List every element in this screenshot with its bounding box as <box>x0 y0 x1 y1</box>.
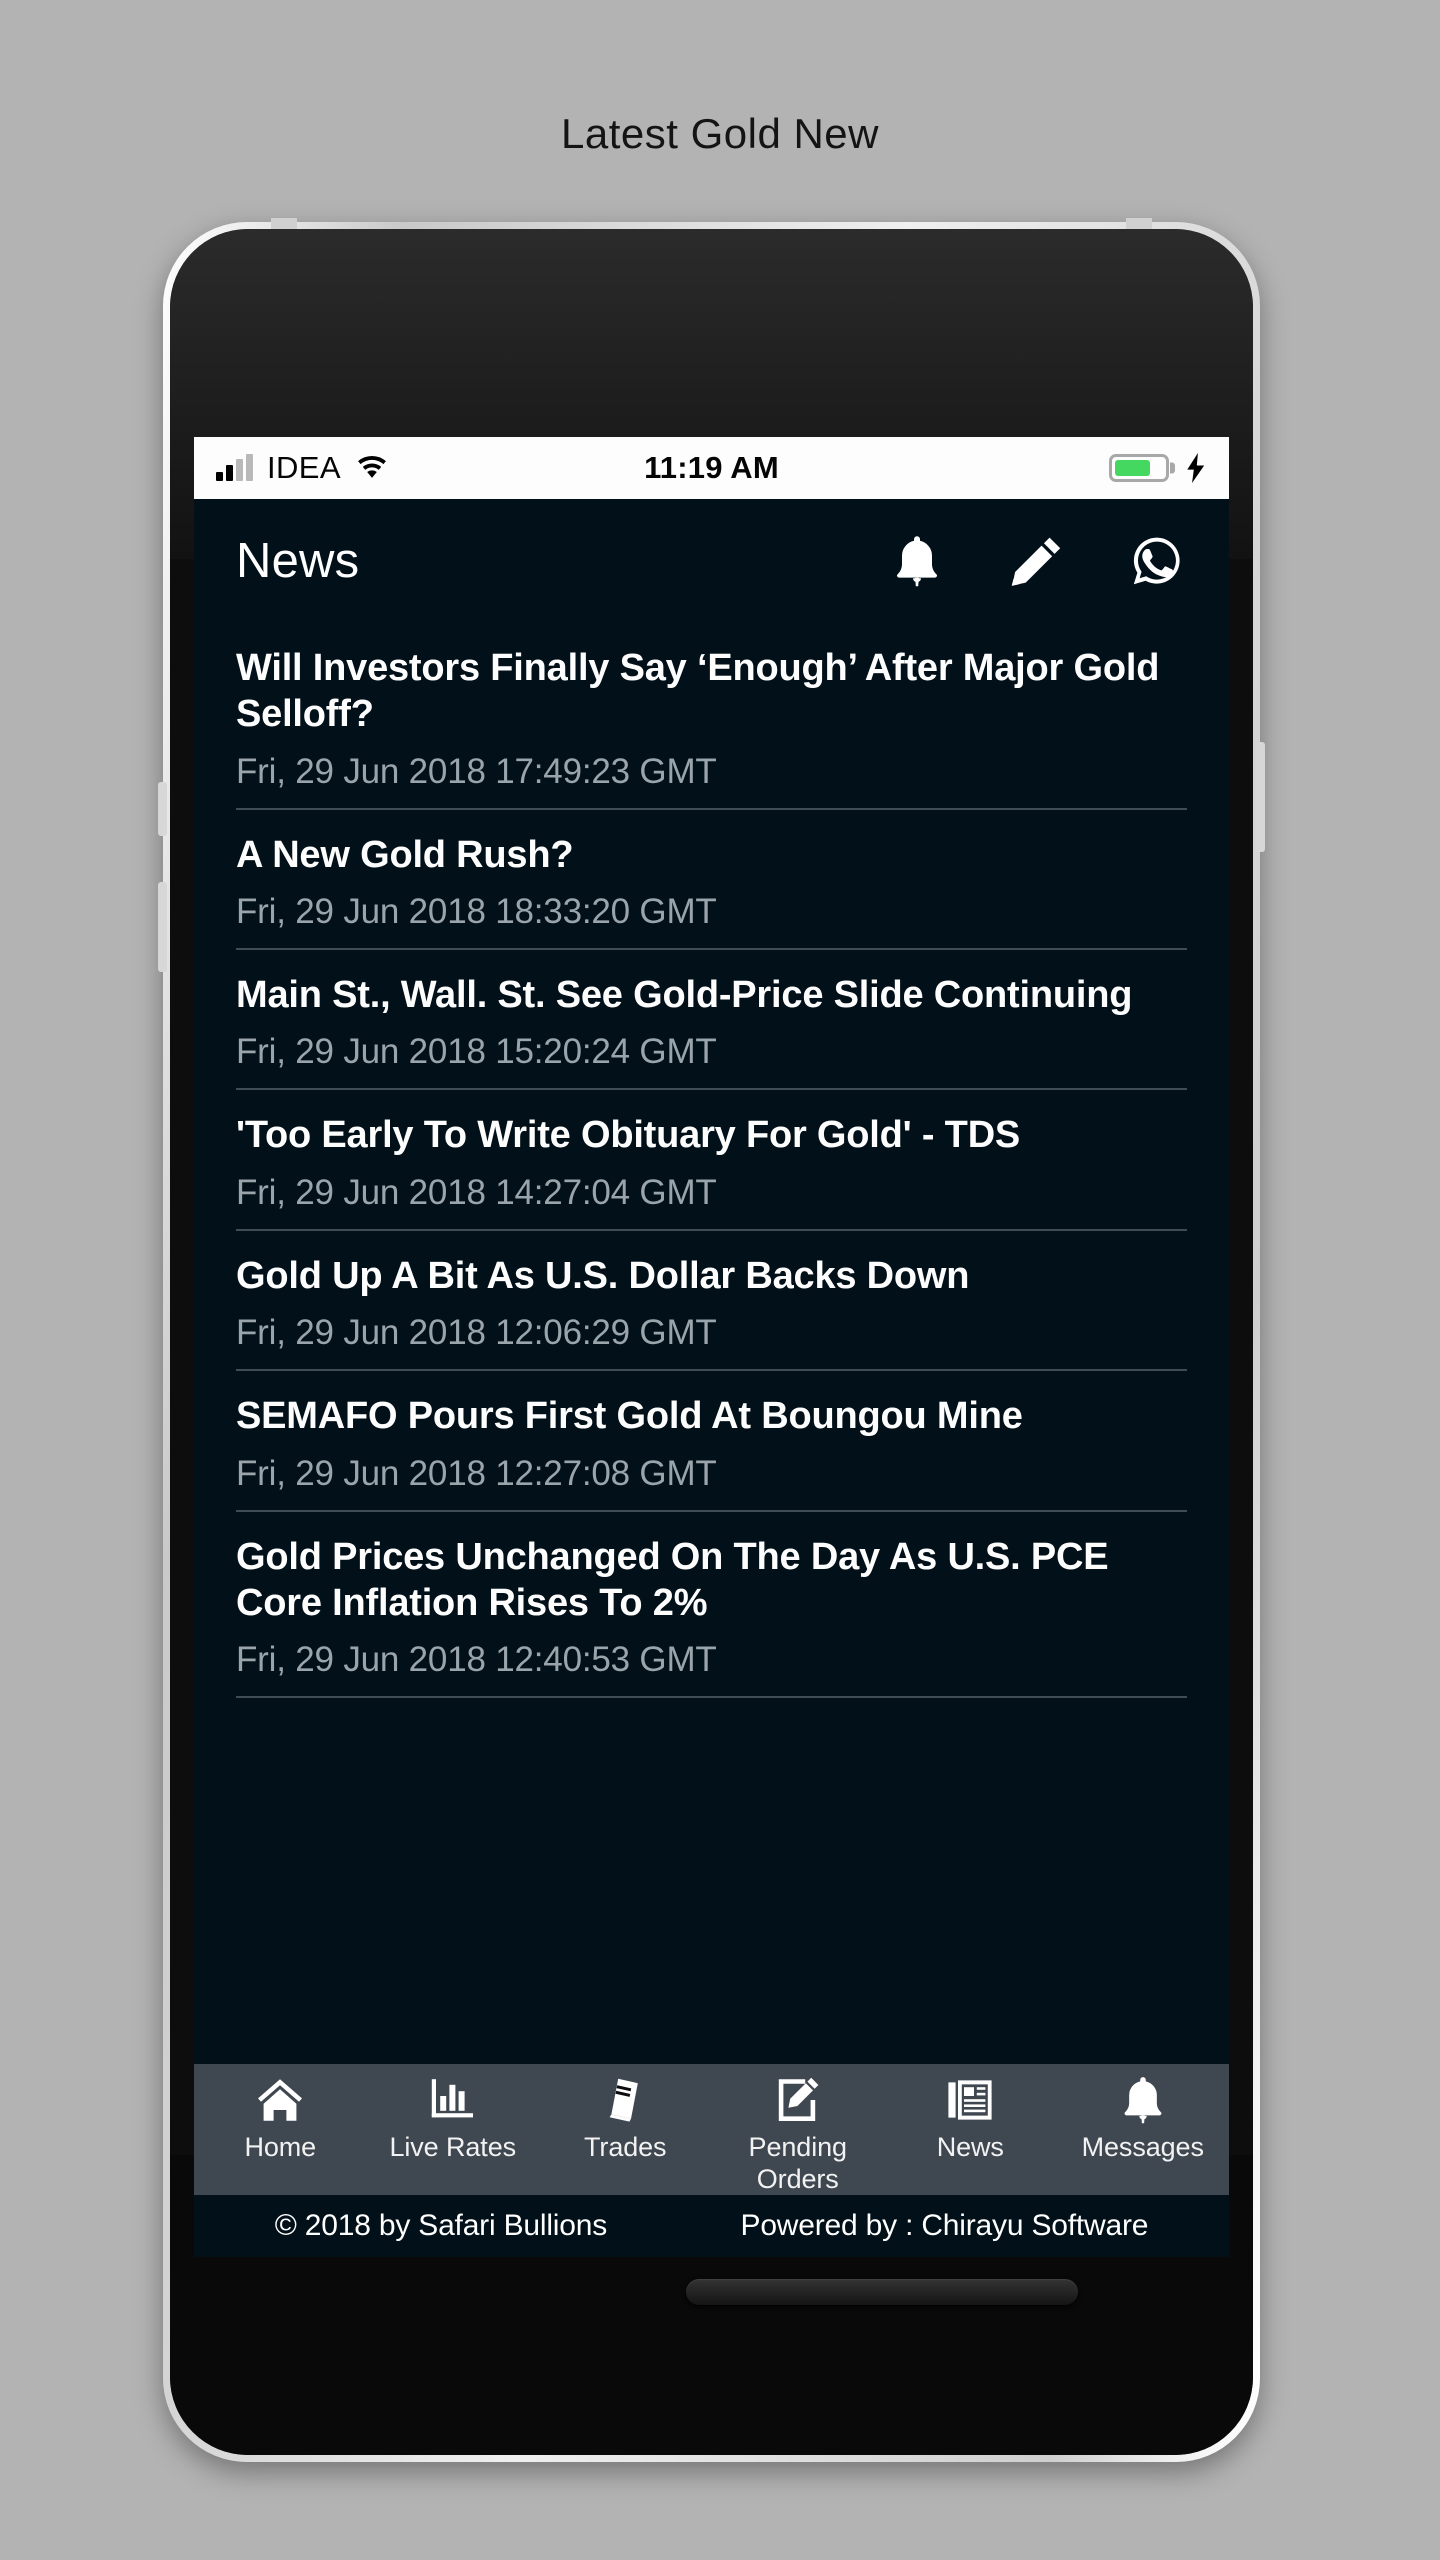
wifi-icon <box>358 455 386 478</box>
footer-powered-by: Powered by : Chirayu Software <box>740 2209 1149 2242</box>
tab-label: Messages <box>1081 2132 1204 2162</box>
tab-label: Live Rates <box>389 2132 517 2162</box>
tab-news[interactable]: News <box>884 2076 1057 2164</box>
news-list-item[interactable]: Gold Prices Unchanged On The Day As U.S.… <box>236 1512 1187 1699</box>
news-item-title: Gold Up A Bit As U.S. Dollar Backs Down <box>236 1254 970 1297</box>
tab-live-rates[interactable]: Live Rates <box>367 2076 540 2164</box>
battery-icon <box>1109 454 1169 482</box>
bottom-speaker-slot <box>686 2279 1078 2305</box>
news-item-date: Fri, 29 Jun 2018 14:27:04 GMT <box>236 1172 717 1212</box>
news-item-date: Fri, 29 Jun 2018 17:49:23 GMT <box>236 751 717 791</box>
books-icon <box>609 2078 639 2122</box>
news-item-title: Main St., Wall. St. See Gold-Price Slide… <box>236 974 1133 1017</box>
news-list-item[interactable]: SEMAFO Pours First Gold At Boungou Mine … <box>236 1371 1187 1512</box>
news-list-item[interactable]: Gold Up A Bit As U.S. Dollar Backs Down … <box>236 1231 1187 1372</box>
news-list-item[interactable]: 'Too Early To Write Obituary For Gold' -… <box>236 1090 1187 1231</box>
footer-copyright: © 2018 by Safari Bullions <box>274 2209 608 2242</box>
phone-device-frame: IDEA 11:19 AM News Will Investors Finall… <box>158 218 1265 2462</box>
news-list[interactable]: Will Investors Finally Say ‘Enough’ Afte… <box>194 623 1229 2066</box>
status-bar-left: IDEA <box>216 450 389 486</box>
tab-label: Home <box>244 2132 317 2162</box>
note-edit-icon <box>778 2077 819 2121</box>
bottom-tab-bar: Home Live Rates Trades Pending Orders Ne… <box>194 2064 1229 2195</box>
newspaper-icon <box>948 2080 992 2120</box>
tab-messages[interactable]: Messages <box>1057 2076 1230 2164</box>
news-item-title: 'Too Early To Write Obituary For Gold' -… <box>236 1114 1021 1157</box>
tab-label: Trades <box>584 2132 667 2162</box>
bell-icon[interactable] <box>891 535 943 587</box>
news-list-item[interactable]: Main St., Wall. St. See Gold-Price Slide… <box>236 950 1187 1091</box>
news-item-date: Fri, 29 Jun 2018 12:40:53 GMT <box>236 1640 717 1680</box>
mute-switch[interactable] <box>158 782 167 836</box>
tab-home[interactable]: Home <box>194 2076 367 2164</box>
news-item-date: Fri, 29 Jun 2018 15:20:24 GMT <box>236 1032 717 1072</box>
tab-label: News <box>936 2132 1004 2162</box>
news-item-title: Will Investors Finally Say ‘Enough’ Afte… <box>236 647 1160 736</box>
app-header-title: News <box>236 534 360 588</box>
bar-chart-icon <box>431 2079 473 2118</box>
tab-label: Pending Orders <box>748 2132 847 2194</box>
tab-pending-orders[interactable]: Pending Orders <box>712 2076 885 2196</box>
news-item-date: Fri, 29 Jun 2018 12:27:08 GMT <box>236 1453 717 1493</box>
status-bar: IDEA 11:19 AM <box>194 437 1229 499</box>
phone-body: IDEA 11:19 AM News Will Investors Finall… <box>170 229 1253 2455</box>
page-title: Latest Gold New <box>561 110 879 157</box>
home-icon <box>258 2079 303 2121</box>
carrier-name: IDEA <box>267 450 341 485</box>
news-list-item[interactable]: Will Investors Finally Say ‘Enough’ Afte… <box>236 623 1187 810</box>
phone-screen: IDEA 11:19 AM News Will Investors Finall… <box>194 437 1229 2257</box>
whatsapp-icon[interactable] <box>1131 535 1183 587</box>
news-item-date: Fri, 29 Jun 2018 12:06:29 GMT <box>236 1313 717 1353</box>
signal-bars-icon <box>216 454 253 481</box>
news-item-date: Fri, 29 Jun 2018 18:33:20 GMT <box>236 892 717 932</box>
app-header: News <box>194 499 1229 623</box>
news-item-title: A New Gold Rush? <box>236 833 574 876</box>
status-bar-right <box>1109 453 1207 483</box>
news-item-title: Gold Prices Unchanged On The Day As U.S.… <box>236 1535 1109 1624</box>
pencil-icon[interactable] <box>1011 535 1063 587</box>
volume-buttons[interactable] <box>158 882 167 972</box>
screenshot-root: Latest Gold New IDEA 11:19 AM News Will … <box>0 0 1440 2560</box>
app-footer: © 2018 by Safari Bullions Powered by : C… <box>194 2195 1229 2257</box>
app-header-actions <box>891 535 1183 587</box>
tab-trades[interactable]: Trades <box>539 2076 712 2164</box>
bell-icon <box>1124 2077 1162 2124</box>
news-list-item[interactable]: A New Gold Rush? Fri, 29 Jun 2018 18:33:… <box>236 810 1187 951</box>
lightning-bolt-icon <box>1187 453 1205 483</box>
power-button[interactable] <box>1256 742 1265 852</box>
news-item-title: SEMAFO Pours First Gold At Boungou Mine <box>236 1395 1023 1438</box>
